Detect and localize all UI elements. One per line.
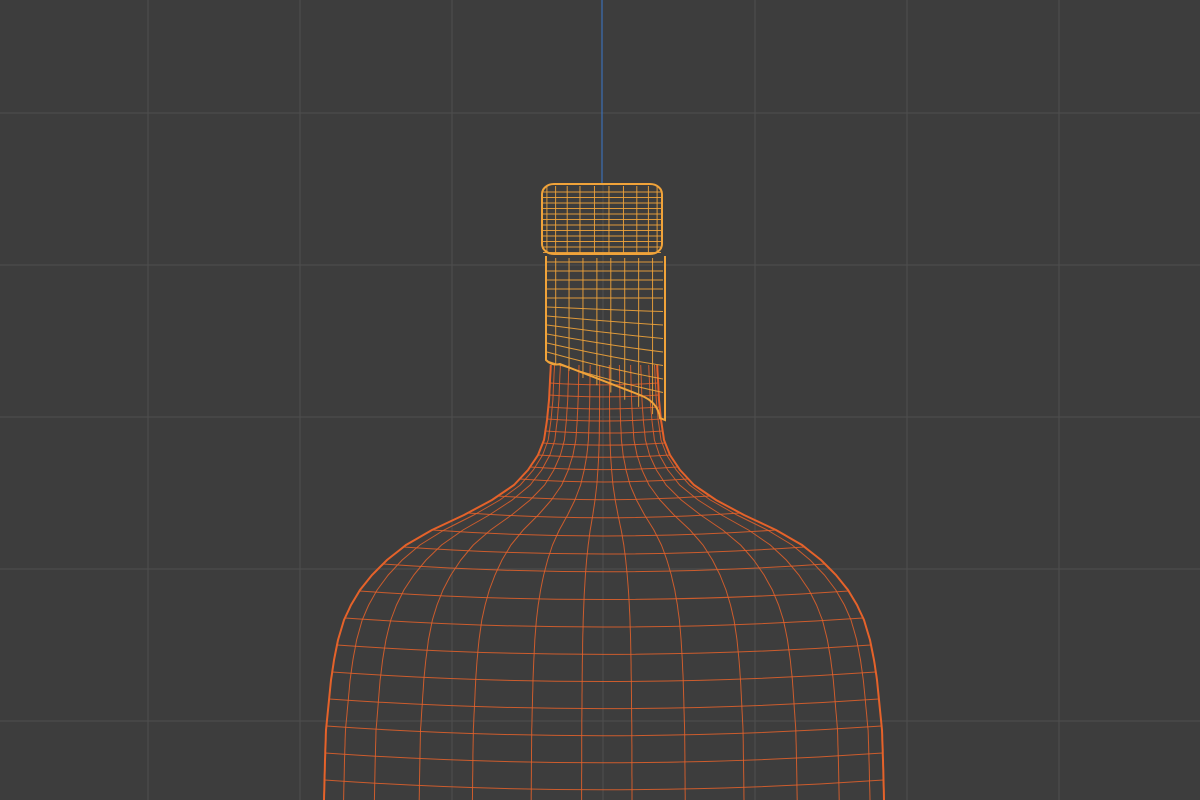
3d-viewport[interactable] xyxy=(0,0,1200,800)
bottle-ring-wire xyxy=(336,644,872,655)
foil-ring-wire xyxy=(546,315,664,326)
bottle-ring-wire xyxy=(325,752,883,764)
bottle-ring-wire xyxy=(359,590,849,601)
bottle-ring-wire xyxy=(329,698,879,710)
bottle-ring-wire xyxy=(332,671,876,682)
bottle-ring-wire xyxy=(382,563,826,573)
bottle-ring-wire xyxy=(344,617,864,628)
bottle-ring-wire xyxy=(324,779,884,791)
bottle-ring-wire xyxy=(403,546,805,555)
bottle-wireframe[interactable] xyxy=(323,364,885,800)
foil-ring-wire xyxy=(546,324,664,339)
bottle-meridian-wire xyxy=(581,365,601,800)
bottle-ring-wire xyxy=(326,725,882,737)
viewport-canvas[interactable] xyxy=(0,0,1200,800)
foil-ring-wire xyxy=(546,306,664,312)
foil-ring-wire xyxy=(546,342,664,366)
